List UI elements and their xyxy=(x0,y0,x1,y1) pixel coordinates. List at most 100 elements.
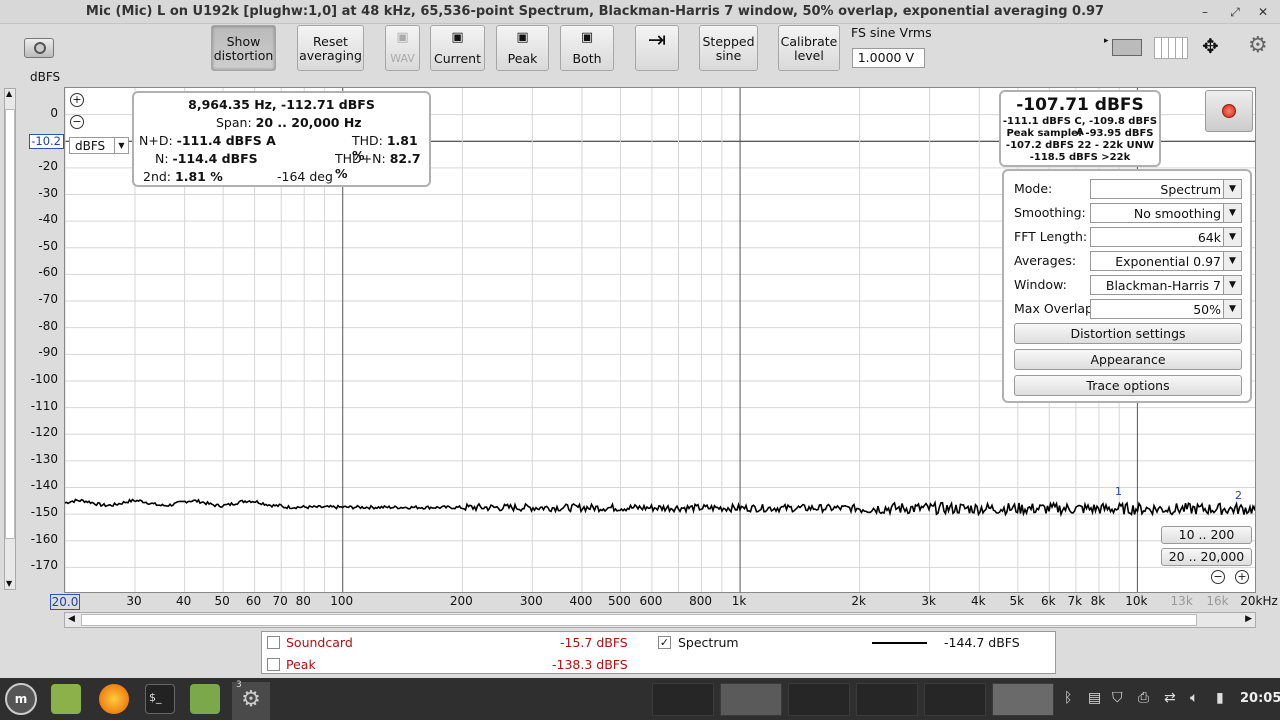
thdn-row: THD+N: 82.7 % xyxy=(335,151,429,181)
record-icon xyxy=(1222,104,1236,118)
x-tick-label: 30 xyxy=(126,594,142,608)
zoom-out-x-icon[interactable]: − xyxy=(1211,570,1225,584)
span-label: Span: xyxy=(216,115,252,130)
reference-level-input[interactable]: -10.2 xyxy=(29,134,64,149)
save-icon: ▣ xyxy=(516,30,529,45)
scroll-left-icon[interactable]: ◀ xyxy=(68,614,75,624)
zoom-out-icon[interactable]: − xyxy=(70,115,84,129)
clock: 20:05 xyxy=(1240,691,1280,706)
mode-select[interactable]: Spectrum ▼ xyxy=(1090,179,1242,199)
layout-icon[interactable]: ▸ xyxy=(1104,36,1142,58)
trace-legend: Soundcard -15.7 dBFS Peak -138.3 dBFS ✓ … xyxy=(261,631,1056,674)
stepped-sine-button[interactable]: Stepped sine xyxy=(699,25,758,71)
current-label: Current xyxy=(434,51,481,66)
bluetooth-icon[interactable]: ᛒ xyxy=(1064,690,1072,706)
scrollbar-thumb[interactable] xyxy=(81,614,1197,626)
firefox-icon[interactable] xyxy=(99,684,129,714)
save-peak-button[interactable]: ▣ Peak xyxy=(496,25,549,71)
marker-1[interactable]: 1 xyxy=(1115,485,1122,498)
printer-icon[interactable]: ⎙ xyxy=(1138,690,1149,706)
workspace-4[interactable] xyxy=(856,683,918,716)
y-unit-label: dBFS xyxy=(30,70,61,84)
scroll-right-icon[interactable]: ▶ xyxy=(1245,614,1252,624)
import-button[interactable]: ⇥ xyxy=(635,25,679,71)
workspace-2[interactable] xyxy=(720,683,782,716)
spectrum-label: Spectrum xyxy=(678,635,739,650)
trace-options-button[interactable]: Trace options xyxy=(1014,375,1242,396)
settings-gear-icon[interactable]: ⚙ xyxy=(1248,34,1268,58)
y-tick-label: -80 xyxy=(38,318,58,333)
zoom-in-icon[interactable]: + xyxy=(70,93,84,107)
save-current-button[interactable]: ▣ Current xyxy=(430,25,485,71)
peak-checkbox[interactable] xyxy=(267,658,280,671)
mode-label: Mode: xyxy=(1014,181,1053,196)
y-tick-label: -20 xyxy=(38,158,58,173)
y-tick-label: -70 xyxy=(38,292,58,307)
controls-panel: Mode: Spectrum ▼ Smoothing: No smoothing ▼… xyxy=(1002,169,1252,403)
window-count-badge: 3 xyxy=(236,680,242,690)
second-label: 2nd: xyxy=(143,169,172,184)
clipboard-icon[interactable]: ▤ xyxy=(1088,690,1101,706)
record-button[interactable] xyxy=(1205,90,1253,132)
level-panel: -107.71 dBFS -111.1 dBFS C, -109.8 dBFS … xyxy=(999,90,1161,167)
panels-icon[interactable] xyxy=(1154,37,1188,59)
save-both-button[interactable]: ▣ Both xyxy=(560,25,614,71)
zoom-in-x-icon[interactable]: + xyxy=(1235,570,1249,584)
unit-select[interactable]: dBFS ▼ xyxy=(69,137,129,154)
reset-averaging-label-2: averaging xyxy=(299,48,362,63)
show-distortion-button[interactable]: Show distortion xyxy=(211,25,276,71)
reset-averaging-button[interactable]: Reset averaging xyxy=(297,25,364,71)
window-select[interactable]: Blackman-Harris 7 ▼ xyxy=(1090,275,1242,295)
y-tick-label: -40 xyxy=(38,212,58,227)
y-tick-label: -150 xyxy=(30,505,58,520)
chevron-down-icon: ▼ xyxy=(1223,300,1241,318)
workspace-3[interactable] xyxy=(788,683,850,716)
menu-icon[interactable]: m xyxy=(5,683,37,715)
overlap-select[interactable]: 50% ▼ xyxy=(1090,299,1242,319)
soundcard-value: -15.7 dBFS xyxy=(560,635,628,650)
spectrum-checkbox[interactable]: ✓ xyxy=(658,636,671,649)
readout-panel: 8,964.35 Hz, -112.71 dBFS Span: 20 .. 20… xyxy=(132,91,431,187)
taskbar: m $_ ⚙ 3 ᛒ ▤ ⛉ ⎙ ⇄ 🔈︎ ▮ 20:05 xyxy=(0,678,1280,720)
workspace-6[interactable] xyxy=(992,683,1054,716)
chevron-down-icon: ▼ xyxy=(114,138,128,153)
workspace-1[interactable] xyxy=(652,683,714,716)
terminal-icon[interactable]: $_ xyxy=(145,684,175,714)
level-line-3: -107.2 dBFS 22 - 22k UNW xyxy=(1005,140,1155,151)
wav-button[interactable]: ▣ WAV xyxy=(385,25,420,71)
chevron-down-icon: ▼ xyxy=(1223,228,1241,246)
workspace-5[interactable] xyxy=(924,683,986,716)
thdn-label: THD+N: xyxy=(335,151,386,166)
x-tick-label: 300 xyxy=(519,594,543,608)
folder-icon[interactable] xyxy=(190,684,220,714)
horizontal-scrollbar[interactable]: ◀ ▶ xyxy=(64,612,1256,628)
range-20-20000-button[interactable]: 20 .. 20,000 xyxy=(1161,548,1252,566)
appearance-button[interactable]: Appearance xyxy=(1014,349,1242,370)
range-10-200-button[interactable]: 10 .. 200 xyxy=(1161,526,1252,544)
y-tick-label: 0 xyxy=(50,105,58,120)
battery-icon[interactable]: ▮ xyxy=(1216,690,1224,706)
network-icon[interactable]: ⇄ xyxy=(1164,690,1176,706)
maximize-button[interactable]: ⤢ xyxy=(1224,2,1246,22)
soundcard-checkbox[interactable] xyxy=(267,636,280,649)
second-harmonic-row: 2nd: 1.81 % xyxy=(143,169,223,184)
averages-select[interactable]: Exponential 0.97 ▼ xyxy=(1090,251,1242,271)
smoothing-select[interactable]: No smoothing ▼ xyxy=(1090,203,1242,223)
x-tick-label: 20.0 xyxy=(50,594,80,610)
calibrate-level-button[interactable]: Calibrate level xyxy=(778,25,840,71)
volume-icon[interactable]: 🔈︎ xyxy=(1190,690,1198,706)
move-icon[interactable]: ✥ xyxy=(1202,34,1219,58)
distortion-settings-button[interactable]: Distortion settings xyxy=(1014,323,1242,344)
chevron-down-icon: ▼ xyxy=(1223,252,1241,270)
camera-icon[interactable] xyxy=(24,38,54,58)
marker-2[interactable]: 2 xyxy=(1235,489,1242,502)
soundcard-label: Soundcard xyxy=(286,635,353,650)
fft-length-select[interactable]: 64k ▼ xyxy=(1090,227,1242,247)
spectrum-graph[interactable]: + − dBFS ▼ 8,964.35 Hz, -112.71 dBFS Spa… xyxy=(64,87,1256,593)
close-button[interactable]: ✕ xyxy=(1252,2,1274,22)
minimize-button[interactable]: – xyxy=(1194,2,1216,22)
peak-legend-label: Peak xyxy=(286,657,316,672)
fs-sine-input[interactable]: 1.0000 V xyxy=(852,48,925,68)
shield-icon[interactable]: ⛉ xyxy=(1112,690,1123,706)
files-icon[interactable] xyxy=(51,684,81,714)
